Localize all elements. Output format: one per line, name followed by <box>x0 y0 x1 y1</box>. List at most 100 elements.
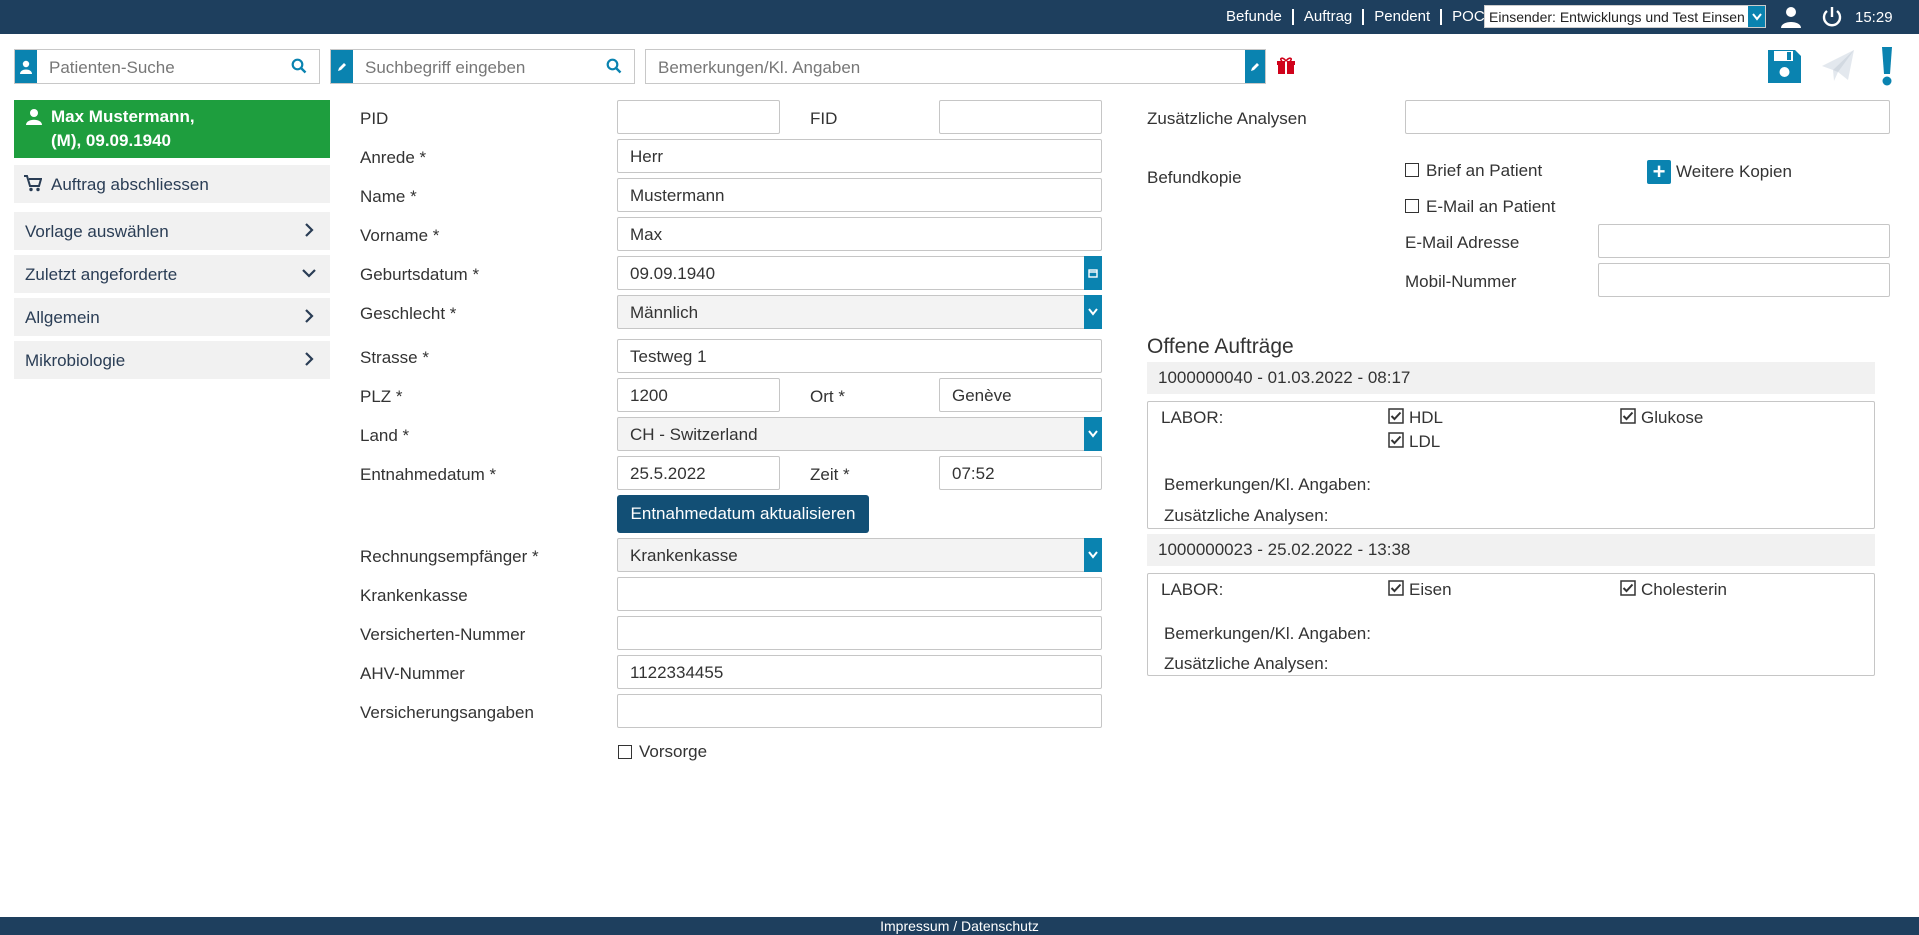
send-icon[interactable] <box>1820 48 1856 84</box>
zeit-value: 07:52 <box>952 464 995 483</box>
user-icon <box>26 109 42 125</box>
gift-icon[interactable] <box>1276 56 1296 76</box>
checkbox-icon[interactable] <box>1620 580 1636 596</box>
pen-icon[interactable] <box>1245 50 1265 83</box>
sidebar-item-label: Zuletzt angeforderte <box>25 265 178 284</box>
anrede-value: Herr <box>630 147 664 166</box>
order-header-text: 1000000040 - 01.03.2022 - 08:17 <box>1158 368 1411 387</box>
ort-label: Ort * <box>810 387 845 406</box>
nav-auftrag[interactable]: Auftrag <box>1294 9 1365 25</box>
brief-checkbox[interactable] <box>1405 163 1419 177</box>
checkbox-icon[interactable] <box>1388 432 1404 448</box>
sidebar-item-zuletzt[interactable]: Zuletzt angeforderte <box>14 255 330 293</box>
brief-label: Brief an Patient <box>1426 161 1543 180</box>
pid-field[interactable] <box>617 100 780 134</box>
save-icon[interactable] <box>1766 48 1803 85</box>
pen-icon <box>331 50 353 83</box>
geschlecht-select[interactable]: Männlich <box>617 295 1102 329</box>
rechnung-label: Rechnungsempfänger * <box>360 547 539 566</box>
search-icon[interactable] <box>606 58 622 74</box>
land-value: CH - Switzerland <box>630 425 758 444</box>
strasse-value: Testweg 1 <box>630 347 707 366</box>
top-nav: Befunde Auftrag Pendent POCT <box>1216 0 1504 34</box>
anrede-label: Anrede * <box>360 148 427 167</box>
user-icon[interactable] <box>1779 5 1803 29</box>
rechnung-select[interactable]: Krankenkasse <box>617 538 1102 572</box>
top-bar: Befunde Auftrag Pendent POCT Einsender: … <box>0 0 1919 34</box>
plus-icon[interactable]: + <box>1647 159 1671 184</box>
entnahmedatum-value: 25.5.2022 <box>630 464 706 483</box>
order-header[interactable]: 1000000040 - 01.03.2022 - 08:17 <box>1147 362 1875 394</box>
land-select[interactable]: CH - Switzerland <box>617 417 1102 451</box>
checkbox-icon[interactable] <box>1388 580 1404 596</box>
nav-pendent[interactable]: Pendent <box>1364 9 1443 25</box>
labor-label: LABOR: <box>1161 408 1224 427</box>
ort-value: Genève <box>952 386 1012 405</box>
zeit-field[interactable]: 07:52 <box>939 456 1102 490</box>
vorname-label: Vorname * <box>360 226 440 245</box>
checkbox-icon[interactable] <box>1388 408 1404 424</box>
ahv-field[interactable]: 1122334455 <box>617 655 1102 689</box>
versicherungsangaben-field[interactable] <box>617 694 1102 728</box>
vorname-field[interactable]: Max <box>617 217 1102 251</box>
ort-field[interactable]: Genève <box>939 378 1102 412</box>
strasse-field[interactable]: Testweg 1 <box>617 339 1102 373</box>
fid-label: FID <box>810 109 838 128</box>
versicherten-field[interactable] <box>617 616 1102 650</box>
entnahmedatum-field[interactable]: 25.5.2022 <box>617 456 780 490</box>
zusatz-field[interactable] <box>1405 100 1890 134</box>
name-field[interactable]: Mustermann <box>617 178 1102 212</box>
plz-value: 1200 <box>630 386 668 405</box>
test-label: Eisen <box>1409 580 1452 599</box>
test-label: Glukose <box>1641 408 1704 427</box>
geburtsdatum-field[interactable]: 09.09.1940 <box>617 256 1102 290</box>
rechnung-value: Krankenkasse <box>630 546 738 565</box>
ahv-value: 1122334455 <box>630 663 724 682</box>
fid-field[interactable] <box>939 100 1102 134</box>
weitere-kopien-label[interactable]: Weitere Kopien <box>1676 162 1792 182</box>
anrede-field[interactable]: Herr <box>617 139 1102 173</box>
sidebar-item-auftrag-abschliessen[interactable]: Auftrag abschliessen <box>14 165 330 203</box>
checkbox-icon[interactable] <box>1620 408 1636 424</box>
befundkopie-label: Befundkopie <box>1147 168 1242 187</box>
chevron-down-icon <box>1084 295 1102 329</box>
sender-select-value: Einsender: Entwicklungs und Test Einsend… <box>1489 9 1744 25</box>
email-patient-label: E-Mail an Patient <box>1426 197 1556 216</box>
sidebar-item-vorlage[interactable]: Vorlage auswählen <box>14 212 330 250</box>
sidebar-item-allgemein[interactable]: Allgemein <box>14 298 330 336</box>
exclamation-icon[interactable] <box>1879 46 1895 86</box>
plz-field[interactable]: 1200 <box>617 378 780 412</box>
chevron-right-icon <box>305 352 314 366</box>
search-icon[interactable] <box>291 58 307 74</box>
patient-search-input[interactable]: Patienten-Suche <box>14 49 320 84</box>
order-remarks-label: Bemerkungen/Kl. Angaben: <box>1164 624 1371 643</box>
remarks-input[interactable]: Bemerkungen/Kl. Angaben <box>645 49 1266 84</box>
mobil-field[interactable] <box>1598 263 1890 297</box>
sender-select[interactable]: Einsender: Entwicklungs und Test Einsend… <box>1484 5 1766 28</box>
term-search-input[interactable]: Suchbegriff eingeben <box>330 49 635 84</box>
sidebar-item-label: Mikrobiologie <box>25 351 126 370</box>
krankenkasse-field[interactable] <box>617 577 1102 611</box>
patient-card[interactable]: Max Mustermann, (M), 09.09.1940 <box>14 100 330 158</box>
chevron-right-icon <box>305 309 314 323</box>
versicherungsangaben-label: Versicherungsangaben <box>360 703 534 722</box>
power-icon[interactable] <box>1820 5 1844 29</box>
geschlecht-label: Geschlecht * <box>360 304 457 323</box>
footer-link[interactable]: Impressum / Datenschutz <box>880 918 1039 934</box>
land-label: Land * <box>360 426 410 445</box>
patient-info: (M), 09.09.1940 <box>51 131 172 150</box>
nav-befunde[interactable]: Befunde <box>1216 9 1294 25</box>
calendar-icon[interactable] <box>1084 256 1102 290</box>
order-header[interactable]: 1000000023 - 25.02.2022 - 13:38 <box>1147 534 1875 566</box>
vorsorge-label: Vorsorge <box>639 742 708 761</box>
patient-name: Max Mustermann, <box>51 107 195 126</box>
versicherten-label: Versicherten-Nummer <box>360 625 526 644</box>
pid-label: PID <box>360 109 389 128</box>
geschlecht-value: Männlich <box>630 303 699 322</box>
email-patient-checkbox[interactable] <box>1405 199 1419 213</box>
email-adresse-field[interactable] <box>1598 224 1890 258</box>
vorsorge-checkbox[interactable] <box>618 745 632 759</box>
test-label: Cholesterin <box>1641 580 1727 599</box>
sidebar-item-mikrobiologie[interactable]: Mikrobiologie <box>14 341 330 379</box>
entnahmedatum-update-button[interactable]: Entnahmedatum aktualisieren <box>617 495 869 533</box>
